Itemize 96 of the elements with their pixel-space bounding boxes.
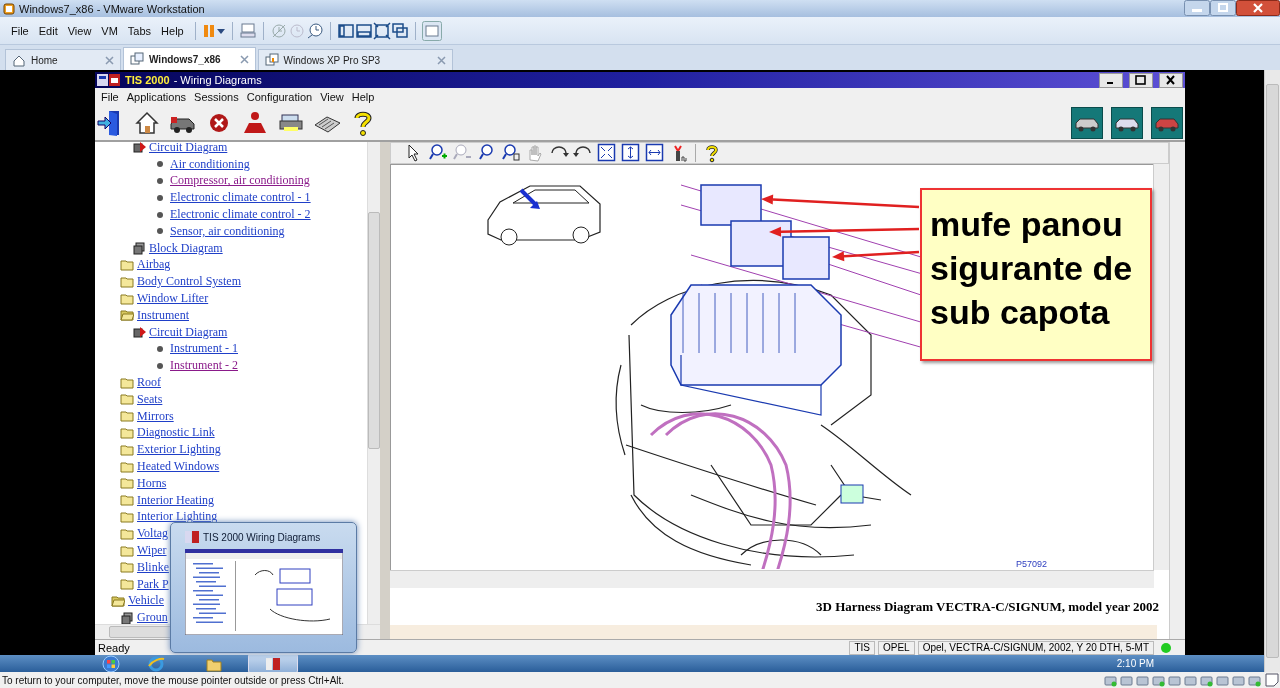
tree-link[interactable]: Compressor, air conditioning <box>170 173 310 189</box>
tree-link[interactable]: Circuit Diagram <box>149 324 228 340</box>
taskbar-preview-tooltip[interactable]: TIS 2000 Wiring Diagrams <box>170 522 357 653</box>
snapshot-icon[interactable] <box>305 21 324 40</box>
status-text: Ready <box>98 641 130 654</box>
tree-link[interactable]: Diagnostic Link <box>137 425 215 441</box>
tree-link[interactable]: Blinke <box>137 559 169 575</box>
start-button[interactable] <box>100 655 122 672</box>
menu-item[interactable]: Edit <box>33 22 63 39</box>
menu-item[interactable]: File <box>6 22 34 39</box>
status-field: Opel, VECTRA-C/SIGNUM, 2002, Y 20 DTH, 5-MT <box>917 640 1154 655</box>
status-field: TIS <box>849 640 875 655</box>
tree-link[interactable]: Block Diagram <box>149 240 223 256</box>
tree-link[interactable]: Interior Heating <box>137 492 214 508</box>
app-icon <box>97 73 121 87</box>
app-name: TIS 2000 <box>125 74 170 86</box>
device-icon[interactable] <box>1136 673 1149 687</box>
diagram-icon <box>120 610 134 624</box>
tree-link[interactable]: Groun <box>137 610 168 624</box>
home-icon <box>12 53 26 67</box>
tree-link[interactable]: Instrument <box>137 307 189 323</box>
diagram-icon <box>132 142 146 155</box>
app-icon <box>3 2 15 15</box>
zoom-window-icon[interactable] <box>501 143 521 163</box>
virtual-machine-icon <box>130 52 144 66</box>
diagram-caption: 3D Harness Diagram VECTRA-C/SIGNUM, model year 2002 <box>816 598 1159 615</box>
vm-tab[interactable]: Home <box>5 49 121 70</box>
tree-link[interactable]: Circuit Diagram <box>149 142 228 155</box>
view-mode-icon[interactable] <box>354 21 373 40</box>
clock[interactable]: 2:10 PM <box>1116 658 1264 669</box>
tree-link[interactable]: Wiper <box>137 543 167 558</box>
view-mode-icon[interactable] <box>336 21 355 40</box>
status-text: To return to your computer, move the mouse pointer outside or press Ctrl+Alt. <box>2 674 345 686</box>
menu-item[interactable]: VM <box>96 22 123 39</box>
fit-page-icon[interactable] <box>597 143 617 163</box>
scrollbar[interactable] <box>1153 164 1169 570</box>
view-mode-icon[interactable] <box>372 21 391 40</box>
scrollbar[interactable] <box>390 570 1154 588</box>
tree-link[interactable]: Sensor, air conditioning <box>170 223 285 239</box>
app-icon <box>185 531 199 543</box>
menu-item[interactable]: View <box>62 22 97 39</box>
tree-link[interactable]: Roof <box>137 375 161 391</box>
tree-link[interactable]: Mirrors <box>137 408 174 424</box>
diagram-icon <box>132 241 146 256</box>
menu-item[interactable]: Tabs <box>122 22 157 39</box>
status-field: OPEL <box>877 640 915 655</box>
scrollbar[interactable] <box>1264 70 1280 672</box>
car-button[interactable] <box>1071 106 1103 139</box>
device-icon[interactable] <box>1120 673 1133 687</box>
vm-tab[interactable]: Windows7_x86 <box>123 47 256 70</box>
tree-link[interactable]: Body Control System <box>137 274 241 290</box>
fit-width-icon[interactable] <box>645 143 665 163</box>
menu-item[interactable]: Sessions <box>190 89 243 104</box>
window-subtitle: - Wiring Diagrams <box>173 74 262 86</box>
tree-link[interactable]: Horns <box>137 475 167 491</box>
device-icon[interactable] <box>1216 673 1229 687</box>
car-button[interactable] <box>1111 106 1143 139</box>
browser-icon <box>147 655 165 672</box>
tree-link[interactable]: Heated Windows <box>137 459 220 475</box>
tree-link[interactable]: Window Lifter <box>137 291 209 307</box>
car-button[interactable] <box>1151 106 1183 139</box>
vm-tab[interactable]: Windows XP Pro SP3 <box>257 49 454 70</box>
tree-link[interactable]: Airbag <box>137 257 171 273</box>
figure-number: P57092 <box>1016 559 1048 569</box>
tree-link[interactable]: Air conditioning <box>170 156 250 172</box>
window-title: Windows7_x86 - VMware Workstation <box>19 2 205 15</box>
tree-link[interactable]: Voltag <box>137 526 169 542</box>
view-mode-icon[interactable] <box>390 21 409 40</box>
menu-item[interactable]: Help <box>347 89 379 104</box>
fit-height-icon[interactable] <box>621 143 641 163</box>
tree-link[interactable]: Electronic climate control - 1 <box>170 190 311 206</box>
device-icon[interactable] <box>1168 673 1181 687</box>
menu-item[interactable]: Applications <box>122 89 191 104</box>
tree-link[interactable]: Vehicle <box>128 593 164 609</box>
menu-item[interactable]: File <box>97 89 123 104</box>
device-icon[interactable] <box>1184 673 1197 687</box>
menu-item[interactable]: Configuration <box>242 89 317 104</box>
virtual-machine-icon <box>264 53 279 67</box>
preview-title: TIS 2000 Wiring Diagrams <box>203 531 321 543</box>
tree-link[interactable]: Interior Lighting <box>137 509 218 525</box>
tree-link[interactable]: Instrument - 1 <box>170 341 238 357</box>
app-icon <box>264 655 282 672</box>
menu-item[interactable]: View <box>316 89 348 104</box>
diagram-icon <box>132 325 146 340</box>
scrollbar[interactable] <box>367 142 380 624</box>
tree-link[interactable]: Seats <box>137 391 163 407</box>
scrollbar[interactable] <box>1169 142 1185 639</box>
callout-note: mufe panou sigurante de sub capota <box>920 188 1152 361</box>
tree-link[interactable]: Park P <box>137 576 169 592</box>
tree-link[interactable]: Instrument - 2 <box>170 358 238 374</box>
tree-link[interactable]: Exterior Lighting <box>137 442 221 458</box>
close-icon[interactable] <box>1236 0 1280 16</box>
computer-icon[interactable] <box>238 21 257 40</box>
device-icon[interactable] <box>1232 673 1245 687</box>
tree-link[interactable]: Electronic climate control - 2 <box>170 207 311 223</box>
menu-item[interactable]: Help <box>156 22 189 39</box>
